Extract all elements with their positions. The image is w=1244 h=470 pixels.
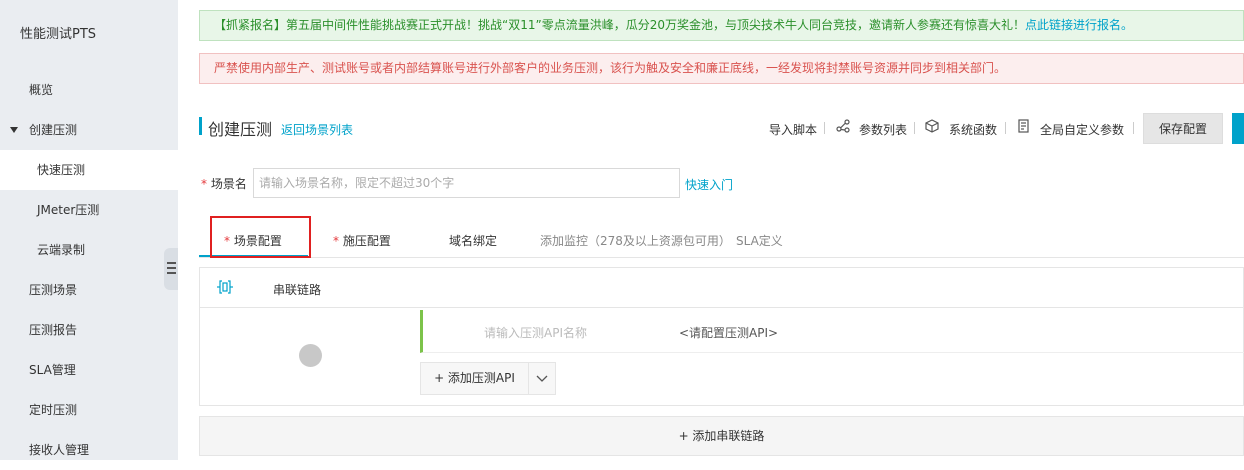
- sidebar-item-sla[interactable]: SLA管理: [0, 350, 178, 390]
- api-row[interactable]: 请输入压测API名称 <请配置压测API>: [420, 310, 1244, 353]
- product-title: 性能测试PTS: [20, 27, 97, 42]
- config-tabs: * 场景配置 * 施压配置 域名绑定 添加监控（278及以上资源包可用） SLA…: [199, 220, 1244, 258]
- primary-action-button-edge[interactable]: [1232, 113, 1244, 144]
- promo-text: 【抓紧报名】第五届中间件性能挑战赛正式开战！挑战“双11”零点流量洪峰，瓜分20…: [214, 18, 1025, 32]
- sidebar: 性能测试PTS 概览 创建压测 快速压测 JMeter压测 云端录制 压测场景 …: [0, 0, 178, 460]
- share-nodes-icon: [836, 119, 850, 133]
- warning-notice: 严禁使用内部生产、测试账号或者内部结算账号进行外部客户的业务压测，该行为触及安全…: [199, 53, 1244, 84]
- document-edit-icon: [1018, 119, 1029, 133]
- required-mark: *: [333, 234, 339, 248]
- sidebar-item-label: 创建压测: [29, 123, 78, 137]
- sidebar-collapse-handle[interactable]: [164, 248, 178, 290]
- sidebar-item-test-scenes[interactable]: 压测场景: [0, 270, 178, 310]
- sidebar-item-scheduled-test[interactable]: 定时压测: [0, 390, 178, 430]
- chain-link-icon: [217, 280, 233, 294]
- page-header: 创建压测 返回场景列表 导入脚本 参数列表 系统函数 全局自定义参数 保存配置: [199, 113, 1244, 145]
- scene-name-label: * 场景名: [201, 175, 247, 192]
- sidebar-item-overview[interactable]: 概览: [0, 70, 178, 110]
- system-functions-button[interactable]: 系统函数: [949, 121, 997, 138]
- cube-icon: [925, 119, 939, 133]
- chain-header: 串联链路: [200, 268, 1244, 308]
- add-api-split-button[interactable]: + 添加压测API: [420, 362, 556, 395]
- tab-add-monitor[interactable]: 添加监控（278及以上资源包可用）: [540, 232, 731, 249]
- caret-down-icon: [10, 127, 18, 133]
- add-chain-button[interactable]: + 添加串联链路: [199, 416, 1244, 456]
- api-config-link[interactable]: <请配置压测API>: [679, 324, 778, 341]
- param-list-button[interactable]: 参数列表: [859, 121, 907, 138]
- sidebar-item-test-reports[interactable]: 压测报告: [0, 310, 178, 350]
- sidebar-item-create-test[interactable]: 创建压测: [0, 110, 178, 150]
- tab-sla-definition[interactable]: SLA定义: [736, 232, 783, 249]
- global-params-button[interactable]: 全局自定义参数: [1040, 121, 1124, 138]
- tab-domain-binding[interactable]: 域名绑定: [449, 232, 497, 249]
- sidebar-item-jmeter-test[interactable]: JMeter压测: [0, 190, 178, 230]
- save-config-button[interactable]: 保存配置: [1143, 113, 1223, 144]
- loading-spinner: [299, 344, 322, 367]
- tab-load-config[interactable]: * 施压配置: [333, 232, 391, 249]
- tab-label: 施压配置: [342, 234, 391, 248]
- required-mark: *: [201, 177, 207, 191]
- back-to-scenes-link[interactable]: 返回场景列表: [281, 121, 353, 138]
- quick-start-link[interactable]: 快速入门: [685, 176, 733, 193]
- promo-signup-link[interactable]: 点此链接进行报名。: [1025, 18, 1133, 32]
- sidebar-item-recipients[interactable]: 接收人管理: [0, 430, 178, 470]
- page-title: 创建压测: [208, 120, 273, 139]
- title-accent-bar: [199, 117, 202, 135]
- api-name-placeholder[interactable]: 请输入压测API名称: [484, 324, 587, 341]
- promo-notice: 【抓紧报名】第五届中间件性能挑战赛正式开战！挑战“双11”零点流量洪峰，瓜分20…: [199, 10, 1244, 41]
- chain-label: 串联链路: [273, 283, 322, 297]
- sidebar-item-quick-test[interactable]: 快速压测: [0, 150, 178, 190]
- scene-name-label-text: 场景名: [210, 177, 247, 191]
- import-script-button[interactable]: 导入脚本: [769, 121, 817, 138]
- add-api-button[interactable]: + 添加压测API: [421, 363, 529, 394]
- scene-name-input[interactable]: [253, 168, 680, 198]
- chevron-down-icon[interactable]: [529, 363, 555, 394]
- highlight-box: [210, 216, 311, 258]
- chain-panel: 串联链路 请输入压测API名称 <请配置压测API> + 添加压测API: [199, 267, 1244, 406]
- sidebar-item-cloud-record[interactable]: 云端录制: [0, 230, 178, 270]
